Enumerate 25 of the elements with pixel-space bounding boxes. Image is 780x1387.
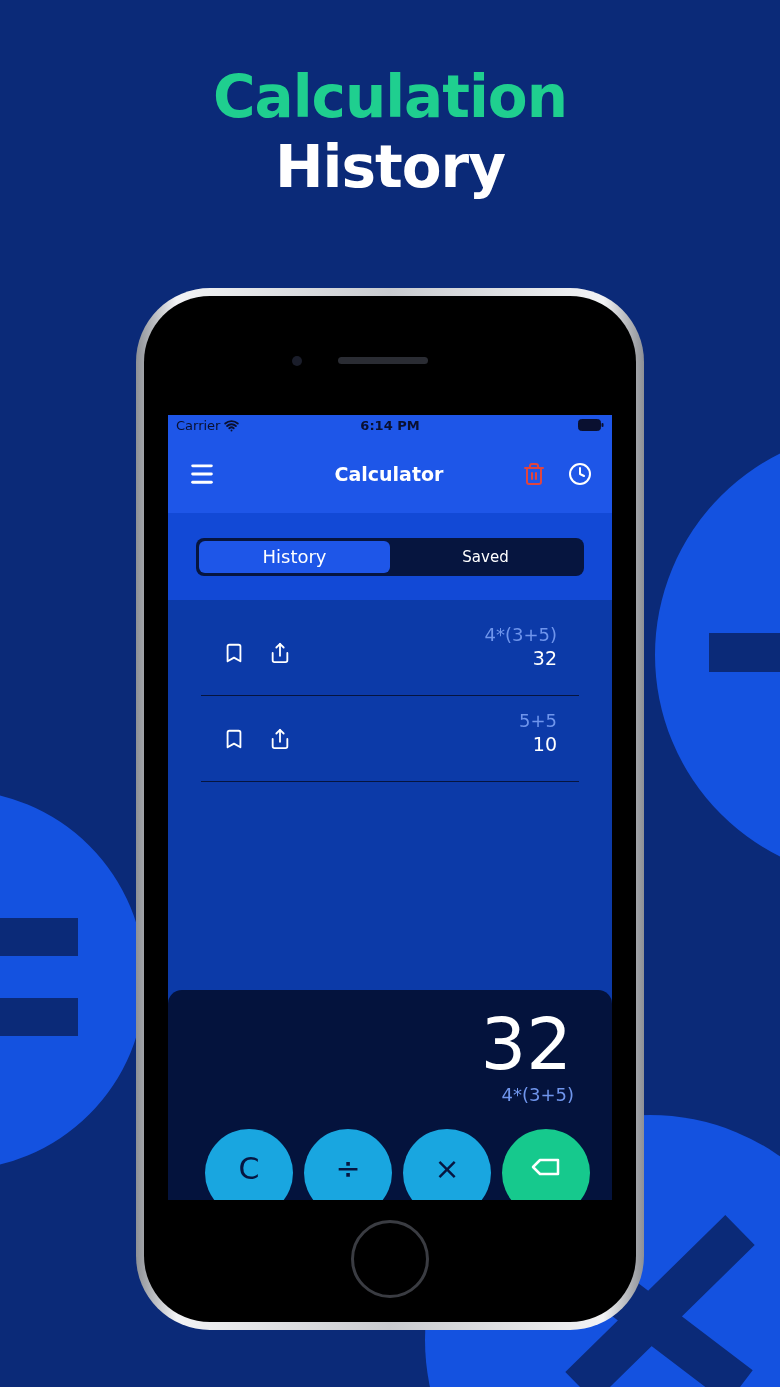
status-time: 6:14 PM xyxy=(359,417,421,433)
share-button[interactable] xyxy=(269,641,291,664)
battery-icon xyxy=(578,419,604,431)
history-result: 32 xyxy=(532,647,557,669)
key-button[interactable]: × xyxy=(403,1129,491,1200)
camera-icon xyxy=(292,355,302,366)
tab[interactable]: History xyxy=(199,540,390,573)
display-result: 32 xyxy=(479,1004,572,1084)
backspace-icon xyxy=(531,1157,561,1177)
share-button[interactable] xyxy=(269,727,291,750)
key-button[interactable]: ÷ xyxy=(304,1129,392,1200)
nav-title: Calculator xyxy=(333,463,445,485)
tab[interactable]: Saved xyxy=(390,540,581,573)
backspace-button[interactable] xyxy=(502,1129,590,1200)
speaker-icon xyxy=(338,357,428,364)
history-result: 10 xyxy=(532,733,557,755)
carrier-label: Carrier xyxy=(176,417,221,433)
history-button[interactable] xyxy=(568,462,592,486)
display-expression: 4*(3+5) xyxy=(500,1084,574,1105)
history-expression: 4*(3+5) xyxy=(484,624,557,645)
headline-text: History xyxy=(275,134,505,200)
wifi-icon xyxy=(224,417,240,433)
history-expression: 5+5 xyxy=(519,710,557,731)
key-button[interactable]: C xyxy=(205,1129,293,1200)
headline-text: Calculation xyxy=(213,64,567,130)
